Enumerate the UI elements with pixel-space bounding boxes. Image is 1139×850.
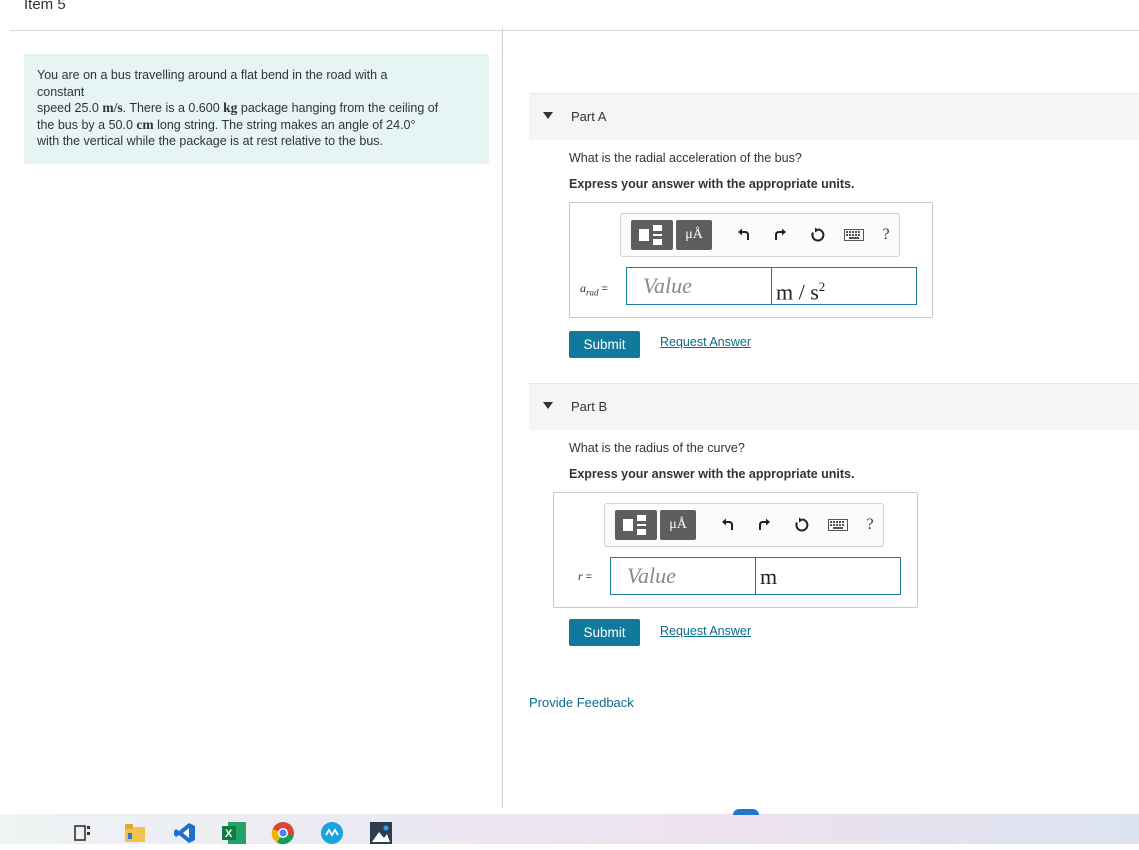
- problem-line: You are on a bus travelling around a fla…: [37, 68, 388, 82]
- svg-text:X: X: [225, 828, 233, 840]
- unit-length: cm: [136, 116, 154, 132]
- top-divider: [10, 30, 1139, 31]
- task-view-icon[interactable]: [74, 824, 92, 846]
- part-a-toolbar: μÅ ?: [620, 213, 900, 257]
- part-a-answer-box: μÅ ? arad = m / s2: [569, 202, 933, 318]
- reset-icon[interactable]: [807, 220, 829, 250]
- problem-statement: You are on a bus travelling around a fla…: [24, 54, 489, 164]
- column-divider: [502, 28, 503, 808]
- part-b-instruction: Express your answer with the appropriate…: [569, 467, 855, 481]
- redo-icon[interactable]: [753, 510, 775, 540]
- part-a-label: Part A: [571, 109, 607, 124]
- variable-subscript: rad: [586, 287, 599, 298]
- part-b-answer-box: μÅ ? r = m: [553, 492, 918, 608]
- app-icon[interactable]: [320, 821, 344, 844]
- taskbar-indicator: [733, 809, 759, 815]
- item-title: Item 5: [24, 0, 66, 13]
- chrome-icon[interactable]: [271, 821, 295, 845]
- templates-icon[interactable]: [631, 220, 673, 250]
- photos-icon[interactable]: [370, 822, 392, 844]
- part-b-label: Part B: [571, 399, 608, 414]
- help-icon[interactable]: ?: [875, 220, 897, 250]
- keyboard-icon[interactable]: [843, 220, 865, 250]
- part-b-submit-button[interactable]: Submit: [569, 619, 640, 646]
- problem-text: long string. The string makes an angle o…: [153, 117, 416, 132]
- templates-icon[interactable]: [615, 510, 657, 540]
- problem-line: with the vertical while the package is a…: [37, 134, 384, 148]
- provide-feedback-link[interactable]: Provide Feedback: [529, 695, 634, 710]
- units-icon[interactable]: μÅ: [660, 510, 696, 540]
- problem-text: package hanging from the ceiling of: [237, 101, 439, 115]
- part-b-variable-label: r =: [578, 569, 592, 584]
- part-b-request-answer-link[interactable]: Request Answer: [660, 624, 751, 638]
- part-a-request-answer-link[interactable]: Request Answer: [660, 335, 751, 349]
- problem-line: speed 25.0 m/s. There is a 0.600 kg pack…: [37, 100, 477, 117]
- redo-icon[interactable]: [769, 220, 791, 250]
- excel-icon[interactable]: X: [222, 822, 246, 844]
- part-a-question: What is the radial acceleration of the b…: [569, 151, 802, 165]
- problem-text: . There is a 0.600: [122, 101, 224, 115]
- part-b-toolbar: μÅ ?: [604, 503, 884, 547]
- unit-mass: kg: [223, 100, 238, 115]
- undo-icon[interactable]: [733, 220, 755, 250]
- undo-icon[interactable]: [717, 510, 739, 540]
- part-a-value-input[interactable]: [626, 267, 772, 305]
- unit-speed: m/s: [102, 100, 123, 115]
- part-a-unit-input[interactable]: m / s2: [771, 267, 917, 305]
- equals-sign: =: [585, 571, 593, 583]
- file-explorer-icon[interactable]: [124, 824, 146, 846]
- problem-line: constant: [37, 84, 85, 99]
- collapse-caret-icon[interactable]: [543, 402, 553, 409]
- unit-text: m / s: [776, 279, 819, 305]
- part-a-instruction: Express your answer with the appropriate…: [569, 177, 855, 191]
- collapse-caret-icon[interactable]: [543, 112, 553, 119]
- equals-sign: =: [601, 283, 608, 295]
- units-icon[interactable]: μÅ: [676, 220, 712, 250]
- unit-exponent: 2: [818, 279, 826, 294]
- part-b-value-input[interactable]: [610, 557, 756, 595]
- unit-text: m: [760, 564, 778, 589]
- variable-symbol: r: [578, 569, 583, 583]
- part-b-unit-input[interactable]: m: [755, 557, 901, 595]
- problem-line: the bus by a 50.0 cm long string. The st…: [37, 117, 477, 134]
- help-icon[interactable]: ?: [859, 510, 881, 540]
- part-b-question: What is the radius of the curve?: [569, 441, 745, 455]
- visual-studio-icon[interactable]: [174, 823, 196, 845]
- problem-text: the bus by a 50.0: [37, 117, 137, 132]
- os-taskbar: X: [0, 809, 1139, 846]
- part-a-header[interactable]: Part A: [529, 93, 1139, 140]
- part-a-submit-button[interactable]: Submit: [569, 331, 640, 358]
- problem-text: speed 25.0: [37, 101, 103, 115]
- reset-icon[interactable]: [791, 510, 813, 540]
- part-b-header[interactable]: Part B: [529, 383, 1139, 430]
- keyboard-icon[interactable]: [827, 510, 849, 540]
- part-a-variable-label: arad =: [580, 281, 608, 297]
